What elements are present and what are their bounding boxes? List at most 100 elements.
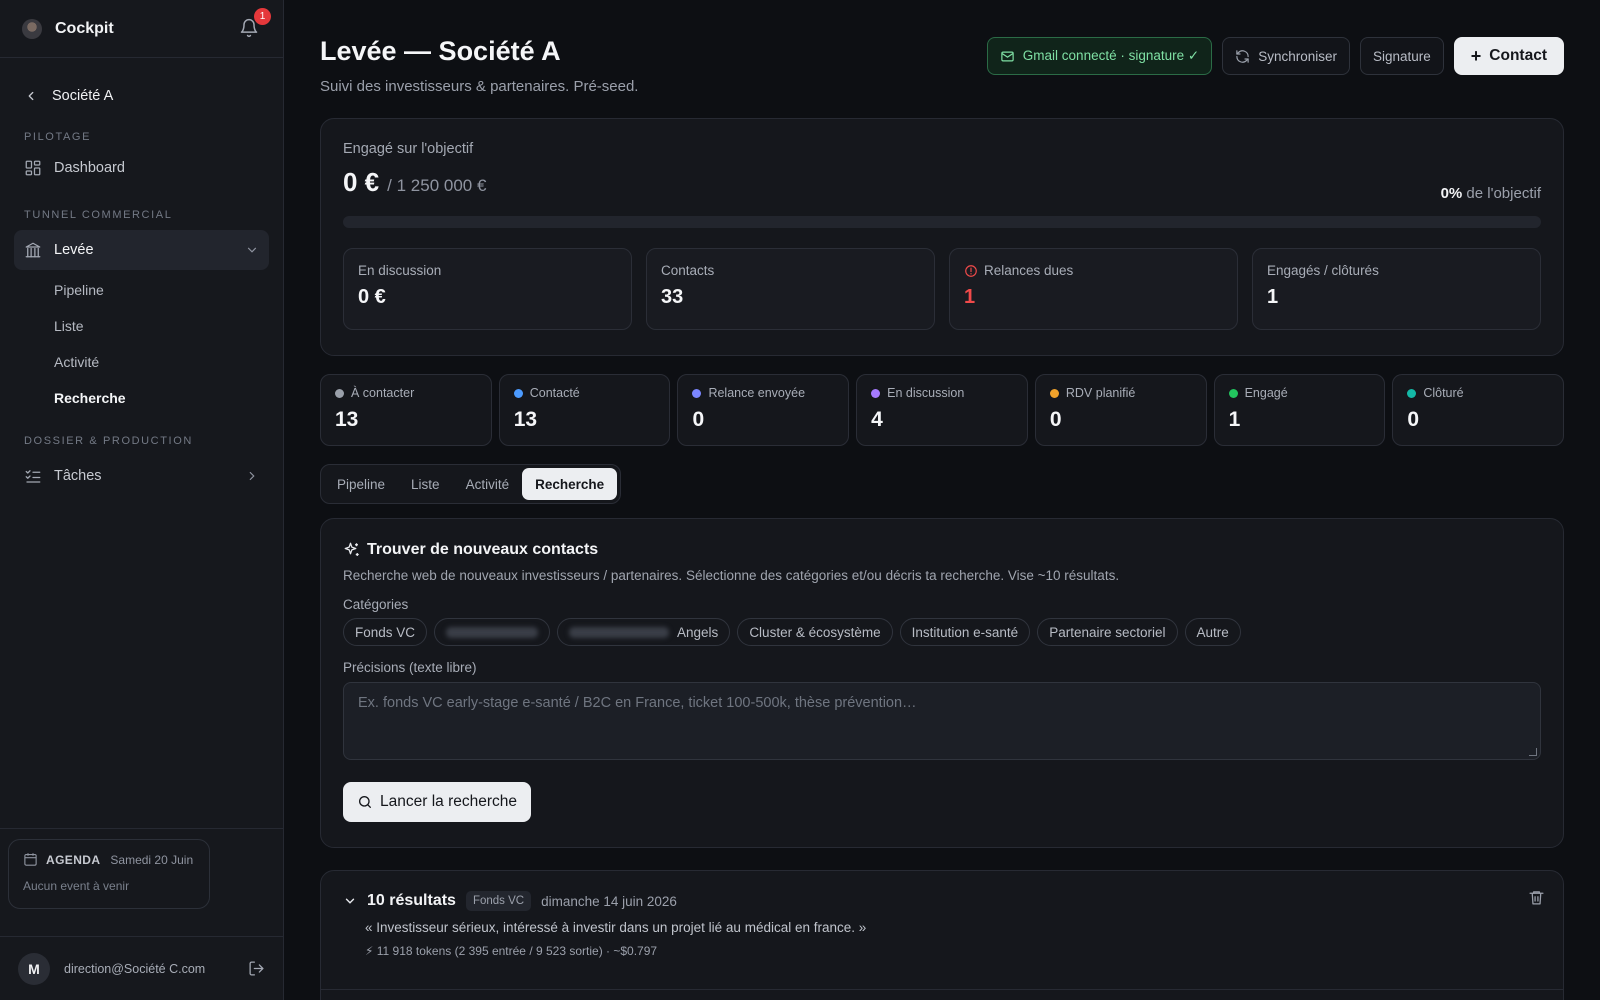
precisions-label: Précisions (texte libre) [343,660,477,675]
sidebar-sub-activite[interactable]: Activité [0,344,283,380]
redacted-text [446,626,539,638]
stage-label: Clôturé [1423,386,1464,400]
chevron-down-icon [247,247,257,253]
chip-institution[interactable]: Institution e-santé [899,618,1031,646]
stage-label: Engagé [1244,386,1288,400]
agenda-date: Samedi 20 Juin [110,852,194,867]
goal-target: / 1 250 000 € [387,176,487,195]
trash-icon[interactable] [1528,889,1545,906]
results-query: « Investisseur sérieux, intéressé à inve… [365,920,867,935]
sidebar-item-dashboard[interactable]: Dashboard [0,148,283,188]
goal-card: Engagé sur l'objectif 0 € / 1 250 000 € … [320,118,1564,356]
stage-card[interactable]: RDV planifié 0 [1034,374,1207,446]
sync-button[interactable]: Synchroniser [1222,37,1350,75]
chevron-right-icon [249,471,255,481]
plus-icon: + [1470,46,1482,66]
stage-count: 0 [1407,408,1419,431]
goal-pct-suffix: de l'objectif [1462,185,1541,202]
add-contact-label: Contact [1489,47,1547,64]
kpi-label: Contacts [661,263,715,278]
stage-label-row: Clôturé [1407,386,1549,400]
stage-label: RDV planifié [1065,386,1136,400]
stage-dot [692,388,702,398]
signature-button[interactable]: Signature [1359,37,1444,75]
gmail-status-button[interactable]: Gmail connecté · signature ✓ [986,37,1213,75]
stage-label: Relance envoyée [708,386,806,400]
sidebar-sub-recherche[interactable]: Recherche [0,380,283,416]
stage-label: En discussion [887,386,965,400]
org-back-button[interactable]: Société A [0,76,283,116]
kpi-engages: Engagés / clôturés 1 [1252,248,1541,330]
search-title: Trouver de nouveaux contacts [367,541,599,558]
checklist-icon [25,470,41,483]
agenda-card[interactable]: AGENDA Samedi 20 Juin Aucun event à veni… [8,839,210,909]
chip-angels[interactable]: Angels [557,618,731,646]
chip-fonds-vc[interactable]: Fonds VC [343,618,428,646]
search-title-row: Trouver de nouveaux contacts [343,541,1541,559]
resize-handle[interactable] [1529,748,1537,756]
alert-circle-icon [965,264,977,277]
chip-partenaire[interactable]: Partenaire sectoriel [1037,618,1178,646]
kpi-value: 1 [964,286,976,308]
precisions-textarea[interactable]: Ex. fonds VC early-stage e-santé / B2C e… [343,682,1541,760]
kpi-relances-dues[interactable]: Relances dues 1 [949,248,1238,330]
stage-dot [871,388,881,398]
logout-icon[interactable] [248,960,265,977]
stage-card[interactable]: Contacté 13 [498,374,671,446]
section-pilotage: PILOTAGE [24,131,91,143]
stage-dot [1228,388,1238,398]
notifications-button[interactable]: 1 [239,7,271,40]
textarea-placeholder: Ex. fonds VC early-stage e-santé / B2C e… [358,695,917,711]
app-title: Cockpit [55,19,114,37]
main-content: Levée — Société A Suivi des investisseur… [320,0,1565,1000]
tab-recherche[interactable]: Recherche [522,468,618,500]
stage-count: 0 [692,408,705,431]
sidebar-item-label: Dashboard [54,160,125,176]
page-header: Levée — Société A Suivi des investisseur… [320,0,1564,118]
stage-card[interactable]: Clôturé 0 [1392,374,1565,446]
search-card: Trouver de nouveaux contacts Recherche w… [320,518,1564,848]
stage-dot [513,388,523,398]
results-card: 10 résultats Fonds VC dimanche 14 juin 2… [320,870,1564,1000]
tab-liste[interactable]: Liste [398,468,453,500]
sidebar-sub-liste[interactable]: Liste [0,308,283,344]
sidebar-item-label: Levée [54,242,94,258]
app-logo [22,18,42,39]
results-token-usage: ⚡ 11 918 tokens (2 395 entrée / 9 523 so… [365,944,658,958]
calendar-icon [24,853,37,866]
stage-card[interactable]: Engagé 1 [1213,374,1386,446]
stage-card[interactable]: À contacter 13 [320,374,492,446]
stage-dot [1049,388,1059,398]
view-tabs: Pipeline Liste Activité Recherche [320,464,622,504]
chip-cluster[interactable]: Cluster & écosystème [737,618,893,646]
stage-label-row: Relance envoyée [692,386,834,400]
stage-card[interactable]: Relance envoyée 0 [677,374,850,446]
stage-label: Contacté [529,386,580,400]
stage-card[interactable]: En discussion 4 [856,374,1028,446]
redacted-text [569,626,670,638]
tab-pipeline[interactable]: Pipeline [324,468,398,500]
results-header[interactable]: 10 résultats Fonds VC dimanche 14 juin 2… [343,891,1541,911]
sidebar-item-taches[interactable]: Tâches [0,456,283,496]
chevron-down-icon[interactable] [343,894,357,908]
run-search-button[interactable]: Lancer la recherche [343,782,531,822]
results-date: dimanche 14 juin 2026 [541,893,677,909]
org-name: Société A [52,88,114,104]
sidebar-item-levee[interactable]: Levée [14,230,269,270]
results-tag: Fonds VC [465,891,532,911]
chip-autre[interactable]: Autre [1184,618,1241,646]
stage-label: À contacter [351,386,415,400]
add-contact-button[interactable]: + Contact [1453,37,1564,75]
avatar[interactable]: M [18,952,50,985]
tab-activite[interactable]: Activité [453,468,523,500]
kpi-value: 0 € [358,286,386,308]
kpi-en-discussion: En discussion 0 € [343,248,632,330]
mail-icon [1001,51,1014,61]
kpi-label-row: Relances dues [964,263,1223,278]
agenda-label: AGENDA [46,852,101,867]
sidebar-sub-pipeline[interactable]: Pipeline [0,272,283,308]
stage-dot [1407,388,1417,398]
stage-label-row: En discussion [871,386,1013,400]
goal-percentage: 0% de l'objectif [1441,185,1541,202]
chip-redacted[interactable] [434,618,551,646]
